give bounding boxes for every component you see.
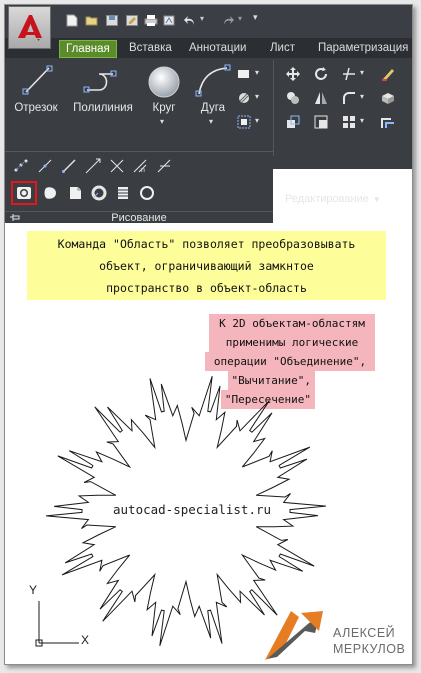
watermark-text: autocad-specialist.ru <box>113 502 272 517</box>
author-last-name: МЕРКУЛОВ <box>333 642 406 656</box>
ucs-icon <box>35 601 79 647</box>
ucs-x-label: X <box>81 633 90 647</box>
ucs-y-label: Y <box>29 583 38 597</box>
author-first-name: АЛЕКСЕЙ <box>333 626 396 640</box>
author-name: АЛЕКСЕЙ МЕРКУЛОВ <box>333 625 405 657</box>
application-menu-button[interactable] <box>8 6 51 49</box>
drawing-area <box>35 376 326 660</box>
autocad-logo-icon <box>18 15 42 41</box>
autocad-window: ▾ ▾ ▾ Главная Вставка Аннотации Лист Пар… <box>4 4 413 665</box>
author-logo <box>265 611 323 660</box>
